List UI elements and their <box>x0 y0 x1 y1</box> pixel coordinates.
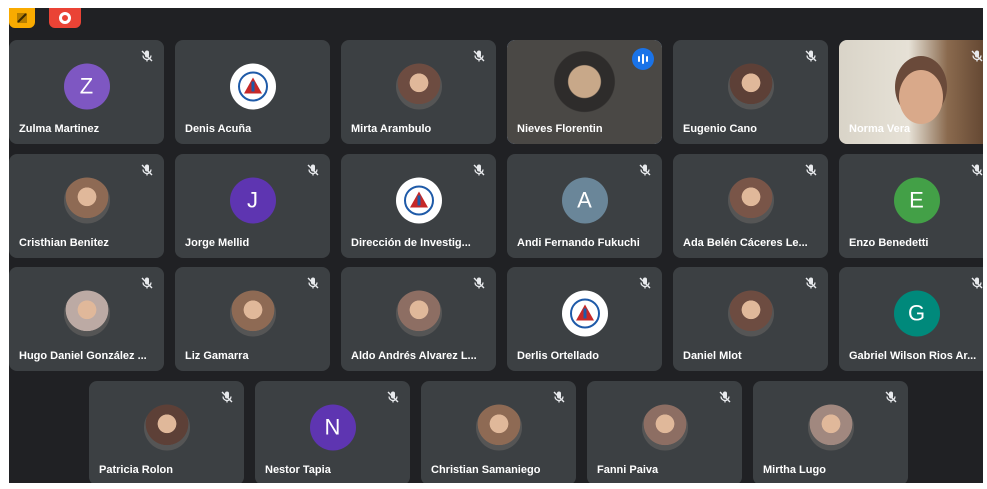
mic-off-icon <box>970 49 983 63</box>
mic-off-icon <box>306 163 320 177</box>
speaking-indicator-icon <box>632 48 654 70</box>
photo-avatar <box>395 63 442 110</box>
participant-tile[interactable]: Dirección de Investig... <box>341 154 496 258</box>
mic-off-icon <box>386 390 400 404</box>
mic-off-icon <box>472 163 486 177</box>
photo-avatar <box>229 290 276 337</box>
meeting-grid: Z Zulma Martinez Denis Acuña Mirta Arambulo… <box>9 8 983 483</box>
mic-off-icon <box>472 49 486 63</box>
photo-avatar <box>395 290 442 337</box>
avatar-initial: J <box>247 187 258 213</box>
participant-name: Eugenio Cano <box>683 123 757 135</box>
participant-tile[interactable]: Christian Samaniego <box>421 381 576 483</box>
participant-name: Derlis Ortellado <box>517 350 599 362</box>
participant-name: Dirección de Investig... <box>351 237 471 249</box>
initial-avatar: G <box>893 290 940 337</box>
participant-tile[interactable]: Mirtha Lugo <box>753 381 908 483</box>
participant-tile[interactable]: Ada Belén Cáceres Le... <box>673 154 828 258</box>
participant-tile[interactable]: E Enzo Benedetti <box>839 154 983 258</box>
mic-off-icon <box>970 163 983 177</box>
participant-tile[interactable]: Eugenio Cano <box>673 40 828 144</box>
participant-tile[interactable]: Cristhian Benitez <box>9 154 164 258</box>
photo-avatar <box>727 177 774 224</box>
mic-off-icon <box>884 390 898 404</box>
mic-off-icon <box>804 49 818 63</box>
participant-name: Fanni Paiva <box>597 464 659 476</box>
participant-face <box>899 70 943 124</box>
participant-name: Norma Vera <box>849 123 911 135</box>
avatar-initial: G <box>907 300 926 326</box>
logo-avatar <box>561 290 608 337</box>
avatar-initial: E <box>909 187 924 213</box>
participant-name: Ada Belén Cáceres Le... <box>683 237 808 249</box>
participant-name: Hugo Daniel González ... <box>19 350 147 362</box>
participant-name: Nestor Tapia <box>265 464 331 476</box>
initial-avatar: A <box>561 177 608 224</box>
participant-tile[interactable]: N Nestor Tapia <box>255 381 410 483</box>
participant-tile[interactable]: Fanni Paiva <box>587 381 742 483</box>
participant-tile[interactable]: Norma Vera <box>839 40 983 144</box>
mic-off-icon <box>804 163 818 177</box>
initial-avatar: E <box>893 177 940 224</box>
mic-off-icon <box>638 276 652 290</box>
participant-name: Zulma Martinez <box>19 123 100 135</box>
mic-off-icon <box>220 390 234 404</box>
participant-name: Daniel Mlot <box>683 350 742 362</box>
mic-off-icon <box>552 390 566 404</box>
participant-tile[interactable]: Mirta Arambulo <box>341 40 496 144</box>
mic-off-icon <box>472 276 486 290</box>
participant-name: Jorge Mellid <box>185 237 250 249</box>
photo-avatar <box>63 290 110 337</box>
participant-name: Gabriel Wilson Rios Ar... <box>849 350 977 362</box>
participant-tile[interactable]: Hugo Daniel González ... <box>9 267 164 371</box>
photo-avatar <box>475 404 522 451</box>
participant-name: Andi Fernando Fukuchi <box>517 237 640 249</box>
mic-off-icon <box>638 163 652 177</box>
mic-off-icon <box>804 276 818 290</box>
participant-tile[interactable]: Nieves Florentin <box>507 40 662 144</box>
participant-tile[interactable]: Patricia Rolon <box>89 381 244 483</box>
participant-name: Denis Acuña <box>185 123 252 135</box>
pen-icon[interactable] <box>9 8 35 28</box>
participant-tile[interactable]: Z Zulma Martinez <box>9 40 164 144</box>
record-icon[interactable] <box>49 8 81 28</box>
participant-name: Mirtha Lugo <box>763 464 826 476</box>
participant-name: Liz Gamarra <box>185 350 249 362</box>
mic-off-icon <box>140 163 154 177</box>
participant-name: Christian Samaniego <box>431 464 541 476</box>
mic-off-icon <box>140 49 154 63</box>
participant-name: Cristhian Benitez <box>19 237 109 249</box>
participant-name: Mirta Arambulo <box>351 123 432 135</box>
participant-tile[interactable]: Aldo Andrés Alvarez L... <box>341 267 496 371</box>
photo-avatar <box>727 63 774 110</box>
initial-avatar: Z <box>63 63 110 110</box>
participant-tile[interactable]: A Andi Fernando Fukuchi <box>507 154 662 258</box>
mic-off-icon <box>970 276 983 290</box>
initial-avatar: J <box>229 177 276 224</box>
avatar-initial: Z <box>79 73 94 99</box>
photo-avatar <box>143 404 190 451</box>
participant-tile[interactable]: Denis Acuña <box>175 40 330 144</box>
participant-name: Aldo Andrés Alvarez L... <box>351 350 477 362</box>
photo-avatar <box>63 177 110 224</box>
mic-off-icon <box>140 276 154 290</box>
photo-avatar <box>641 404 688 451</box>
avatar-initial: N <box>324 414 341 440</box>
participant-name: Enzo Benedetti <box>849 237 929 249</box>
participant-tile[interactable]: Derlis Ortellado <box>507 267 662 371</box>
photo-avatar <box>727 290 774 337</box>
initial-avatar: N <box>309 404 356 451</box>
photo-avatar <box>807 404 854 451</box>
participant-tile[interactable]: Daniel Mlot <box>673 267 828 371</box>
participant-tile[interactable]: J Jorge Mellid <box>175 154 330 258</box>
mic-off-icon <box>306 276 320 290</box>
logo-avatar <box>229 63 276 110</box>
mic-off-icon <box>718 390 732 404</box>
logo-avatar <box>395 177 442 224</box>
participant-tile[interactable]: Liz Gamarra <box>175 267 330 371</box>
participant-tile[interactable]: G Gabriel Wilson Rios Ar... <box>839 267 983 371</box>
participant-name: Nieves Florentin <box>517 123 603 135</box>
avatar-initial: A <box>577 187 592 213</box>
participant-name: Patricia Rolon <box>99 464 173 476</box>
